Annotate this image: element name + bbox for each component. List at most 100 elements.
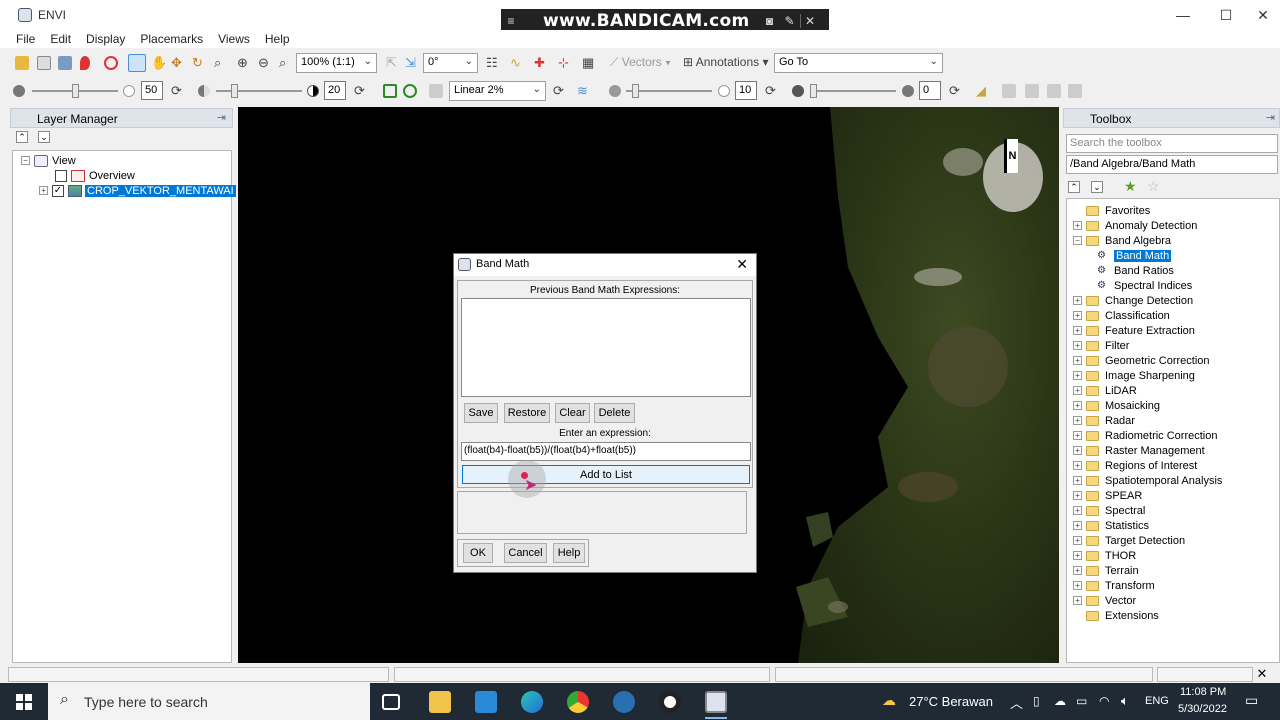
zoom-combo[interactable]: 100% (1:1) ⌄	[296, 53, 377, 73]
expand-toggle[interactable]: +	[1073, 431, 1082, 440]
rotation-combo[interactable]: 0° ⌄	[423, 53, 478, 73]
bandicam-record-icon[interactable]	[659, 691, 681, 713]
menu-icon[interactable]: ≡	[501, 14, 521, 28]
zoom-out-icon[interactable]: ⊖	[258, 55, 269, 71]
expand-toggle[interactable]: +	[1073, 551, 1082, 560]
crosshair-icon[interactable]	[104, 56, 118, 70]
stretch-full-icon[interactable]	[403, 84, 417, 98]
toolbox-item[interactable]: ⚙ Band Math	[1097, 248, 1172, 263]
cancel-process-icon[interactable]: ✕	[1254, 666, 1270, 682]
dialog-close-icon[interactable]: ✕	[736, 256, 748, 273]
restore-button[interactable]: Restore	[504, 403, 550, 423]
toolbox-item[interactable]: + Transform	[1073, 578, 1155, 593]
toolbox-item[interactable]: + Filter	[1073, 338, 1129, 353]
add-to-list-button[interactable]: Add to List	[462, 465, 750, 484]
show-hidden-icons-chevron-icon[interactable]: ︿	[1010, 693, 1023, 712]
contrast-slider-track[interactable]	[216, 90, 302, 92]
clear-button[interactable]: Clear	[555, 403, 590, 423]
file-explorer-icon[interactable]	[429, 691, 451, 713]
spectral-profile-icon[interactable]: ∿	[510, 55, 521, 71]
tray-app-icon[interactable]: ▯	[1033, 694, 1040, 708]
rotate-right-icon[interactable]: ⇲	[405, 55, 416, 71]
close-window-button[interactable]: ✕	[1240, 0, 1280, 30]
tree-layer-node[interactable]: + ✓ CROP_VEKTOR_MENTAWAI	[39, 183, 236, 198]
expand-toggle[interactable]: +	[1073, 596, 1082, 605]
expand-toggle[interactable]: +	[1073, 371, 1082, 380]
stretch-combo[interactable]: Linear 2% ⌄	[449, 81, 546, 101]
crosshair-2-icon[interactable]: ✚	[534, 55, 545, 71]
goto-combo[interactable]: Go To ⌄	[774, 53, 943, 73]
zoom-icon[interactable]: ⌕	[214, 55, 221, 71]
select-cursor-icon[interactable]	[128, 54, 146, 72]
expand-toggle[interactable]: +	[1073, 401, 1082, 410]
pin-icon[interactable]: ⇥	[217, 111, 226, 124]
toolbox-item[interactable]: + SPEAR	[1073, 488, 1142, 503]
stretch-view-icon[interactable]	[383, 84, 397, 98]
collapse-all-icon[interactable]: ⌃	[16, 131, 28, 143]
toolbox-item[interactable]: + LiDAR	[1073, 383, 1137, 398]
fly-icon[interactable]: ✥	[171, 55, 182, 71]
previous-expressions-list[interactable]	[461, 298, 751, 397]
toolbox-item[interactable]: + Statistics	[1073, 518, 1149, 533]
toolbox-item[interactable]: + Classification	[1073, 308, 1170, 323]
tree-view-node[interactable]: − View	[21, 153, 76, 168]
toolbox-item[interactable]: + Target Detection	[1073, 533, 1185, 548]
expand-toggle[interactable]: +	[1073, 221, 1082, 230]
transparency-slider-track[interactable]	[810, 90, 896, 92]
expand-toggle[interactable]: +	[1073, 326, 1082, 335]
zoom-fit-icon[interactable]: ⌕	[279, 55, 286, 71]
menu-display[interactable]: Display	[86, 32, 125, 46]
toolbox-item[interactable]: + Mosaicking	[1073, 398, 1160, 413]
clock-date[interactable]: 5/30/2022	[1178, 703, 1227, 715]
help-button[interactable]: Help	[553, 543, 585, 563]
collapse-all-icon[interactable]: ⌃	[1068, 181, 1080, 193]
edge-icon[interactable]	[521, 691, 543, 713]
data-manager-icon[interactable]	[37, 56, 51, 70]
remove-favorite-icon[interactable]: ☆	[1147, 178, 1160, 195]
open-icon[interactable]	[15, 56, 29, 70]
expand-toggle[interactable]: +	[1073, 506, 1082, 515]
expand-toggle[interactable]: +	[1073, 341, 1082, 350]
brightness-value[interactable]: 50	[141, 81, 163, 100]
toolbox-item[interactable]: ⚙ Spectral Indices	[1097, 278, 1192, 293]
layer-checkbox[interactable]: ✓	[52, 184, 64, 197]
toolbox-item[interactable]: + Vector	[1073, 593, 1136, 608]
expand-toggle[interactable]: +	[1073, 461, 1082, 470]
toolbox-item[interactable]: + Terrain	[1073, 563, 1139, 578]
ok-button[interactable]: OK	[463, 543, 493, 563]
chrome-icon[interactable]	[567, 691, 589, 713]
pixel-locator-icon[interactable]: ▦	[582, 55, 594, 71]
delete-button[interactable]: Delete	[594, 403, 635, 423]
battery-icon[interactable]: ▭	[1076, 694, 1087, 708]
minimize-button[interactable]: —	[1160, 0, 1206, 30]
expand-toggle[interactable]: +	[1073, 476, 1082, 485]
chip-icon[interactable]	[58, 56, 72, 70]
cancel-button[interactable]: Cancel	[504, 543, 547, 563]
feature-counting-icon[interactable]	[1068, 84, 1082, 98]
sharpen-value[interactable]: 10	[735, 81, 757, 100]
rotate-left-icon[interactable]: ⇱	[386, 55, 397, 71]
toolbox-item[interactable]: + Radiometric Correction	[1073, 428, 1217, 443]
toolbox-item[interactable]: + Regions of Interest	[1073, 458, 1197, 473]
toolbox-item[interactable]: ⚙ Band Ratios	[1097, 263, 1174, 278]
expand-all-icon[interactable]: ⌄	[38, 131, 50, 143]
measure-icon[interactable]: ◢	[976, 83, 986, 99]
expand-toggle[interactable]: +	[1073, 521, 1082, 530]
language-indicator[interactable]: ENG	[1145, 695, 1169, 707]
expand-toggle[interactable]: +	[1073, 416, 1082, 425]
toolbox-item[interactable]: Favorites	[1073, 203, 1150, 218]
flicker-icon[interactable]	[1002, 84, 1016, 98]
expand-all-icon[interactable]: ⌄	[1091, 181, 1103, 193]
stretch-options-icon[interactable]	[429, 84, 443, 98]
envi-taskbar-icon[interactable]	[705, 691, 727, 713]
expand-toggle[interactable]: +	[39, 186, 48, 195]
vectors-icon[interactable]: ⟋ Vectors ▾	[610, 55, 671, 70]
toolbox-item[interactable]: + Image Sharpening	[1073, 368, 1195, 383]
portal-icon[interactable]: ☷	[486, 55, 498, 71]
close-recorder-icon[interactable]: ✕	[799, 14, 820, 28]
expand-toggle[interactable]	[1073, 206, 1082, 215]
expand-toggle[interactable]: +	[1073, 386, 1082, 395]
toolbox-item[interactable]: − Band Algebra	[1073, 233, 1171, 248]
menu-placemarks[interactable]: Placemarks	[140, 32, 203, 46]
expand-toggle[interactable]: +	[1073, 566, 1082, 575]
